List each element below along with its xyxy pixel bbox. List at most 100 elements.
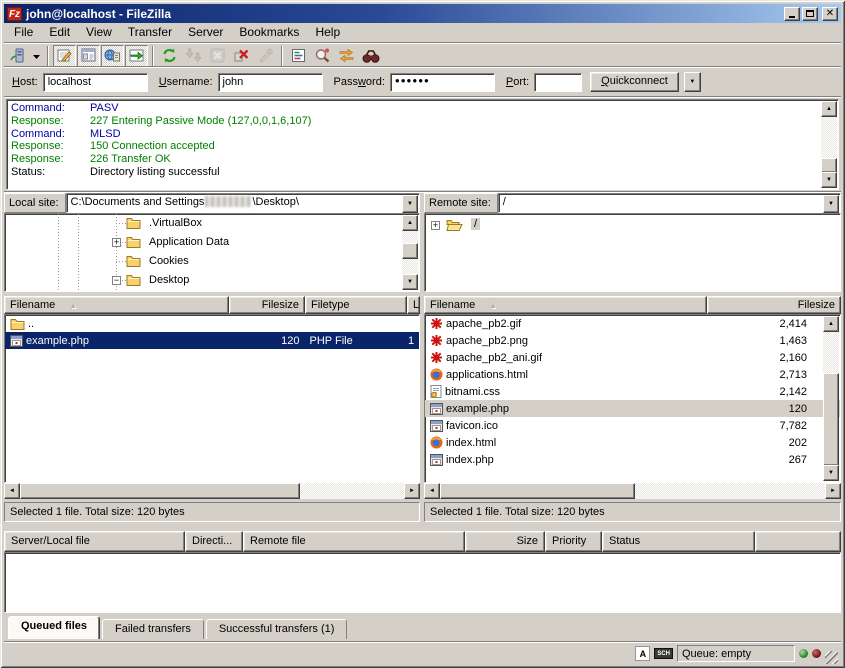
menu-server[interactable]: Server	[180, 23, 231, 42]
queue-column-size[interactable]: Size	[465, 531, 545, 552]
column-header-filename[interactable]: Filename▲	[4, 296, 229, 314]
remote-site-combo[interactable]: / ▼	[498, 193, 841, 213]
local-directory-tree[interactable]: .VirtualBox+Application DataCookies−Desk…	[4, 213, 420, 292]
menu-bookmarks[interactable]: Bookmarks	[231, 23, 307, 42]
collapse-minus-icon[interactable]: −	[112, 276, 121, 285]
file-row[interactable]: index.html202	[425, 434, 840, 451]
username-input[interactable]: john	[218, 73, 323, 92]
filter-button[interactable]	[287, 45, 310, 67]
column-header-filetype[interactable]: Filetype	[305, 296, 407, 314]
queue-column-directi[interactable]: Directi...	[185, 531, 243, 552]
queue-column-priority[interactable]: Priority	[545, 531, 602, 552]
process-queue-button[interactable]	[182, 45, 205, 67]
local-site-combo[interactable]: C:\Documents and Settings\Desktop\ ▼	[66, 193, 420, 213]
reconnect-button[interactable]	[254, 45, 277, 67]
expand-plus-icon[interactable]: +	[431, 221, 440, 230]
file-row[interactable]: example.php120	[425, 400, 840, 417]
scroll-down-icon[interactable]: ▼	[823, 465, 839, 481]
hscroll-thumb[interactable]	[440, 483, 635, 499]
hscroll-thumb[interactable]	[20, 483, 300, 499]
queue-column-status[interactable]: Status	[602, 531, 755, 552]
password-input[interactable]: ●●●●●●	[390, 73, 495, 92]
menu-help[interactable]: Help	[307, 23, 348, 42]
column-header-filename[interactable]: Filename▲	[424, 296, 707, 314]
local-tree-scrollbar[interactable]: ▲ ▼	[402, 215, 418, 290]
file-row[interactable]: apache_pb2_ani.gif2,160	[425, 349, 840, 366]
column-header-label: Filesize	[262, 299, 299, 311]
queue-body[interactable]	[4, 552, 841, 613]
column-header-l[interactable]: L	[407, 296, 420, 314]
log-scrollbar[interactable]: ▲ ▼	[821, 101, 837, 188]
synchronized-browsing-button[interactable]	[335, 45, 358, 67]
queue-column-blank[interactable]	[755, 531, 841, 552]
menu-file[interactable]: File	[6, 23, 41, 42]
scroll-right-icon[interactable]: ►	[825, 483, 841, 499]
tree-item--virtualbox[interactable]: .VirtualBox	[5, 214, 402, 233]
file-search-button[interactable]	[311, 45, 334, 67]
expand-plus-icon[interactable]: +	[112, 238, 121, 247]
tree-item-desktop[interactable]: −Desktop	[5, 271, 402, 290]
scroll-up-icon[interactable]: ▲	[823, 316, 839, 332]
chevron-down-icon[interactable]: ▼	[402, 195, 418, 213]
chevron-down-icon[interactable]: ▼	[823, 195, 839, 213]
cancel-button[interactable]	[206, 45, 229, 67]
quickconnect-button[interactable]: Quickconnect	[590, 72, 679, 92]
scroll-left-icon[interactable]: ◄	[424, 483, 440, 499]
close-button[interactable]: ✕	[822, 7, 838, 21]
refresh-button[interactable]	[158, 45, 181, 67]
message-log[interactable]: Command:PASVResponse:227 Entering Passiv…	[6, 99, 839, 190]
find-binoculars-button[interactable]	[359, 45, 382, 67]
file-row[interactable]: apache_pb2.gif2,414	[425, 315, 840, 332]
tab-successful-transfers-1-[interactable]: Successful transfers (1)	[206, 619, 348, 639]
remote-hscrollbar[interactable]: ◄ ►	[424, 483, 841, 499]
menu-transfer[interactable]: Transfer	[120, 23, 180, 42]
tree-scroll-thumb[interactable]	[402, 243, 418, 259]
queue-column-serverlocalfile[interactable]: Server/Local file	[4, 531, 185, 552]
file-row[interactable]: example.php120PHP File1	[5, 332, 419, 349]
remote-file-list[interactable]: apache_pb2.gif2,414apache_pb2.png1,463ap…	[424, 314, 841, 483]
file-row[interactable]: apache_pb2.png1,463	[425, 332, 840, 349]
scroll-up-icon[interactable]: ▲	[402, 215, 418, 231]
column-header-filesize[interactable]: Filesize	[229, 296, 305, 314]
toggle-local-tree-button[interactable]	[77, 45, 100, 67]
toggle-transfer-queue-button[interactable]	[125, 45, 148, 67]
local-hscrollbar[interactable]: ◄ ►	[4, 483, 420, 499]
file-row[interactable]: index.php267	[425, 451, 840, 468]
scroll-down-icon[interactable]: ▼	[402, 274, 418, 290]
menu-edit[interactable]: Edit	[41, 23, 78, 42]
scroll-up-icon[interactable]: ▲	[821, 101, 837, 117]
log-line-text: MLSD	[90, 128, 121, 140]
quickconnect-dropdown-button[interactable]: ▼	[684, 72, 701, 92]
scroll-down-icon[interactable]: ▼	[821, 172, 837, 188]
log-scroll-thumb[interactable]	[821, 158, 837, 173]
file-row[interactable]: applications.html2,713	[425, 366, 840, 383]
remote-site-bar: Remote site: / ▼	[424, 193, 841, 213]
resize-grip[interactable]	[825, 651, 838, 664]
menu-view[interactable]: View	[78, 23, 120, 42]
site-manager-dropdown-button[interactable]	[30, 45, 43, 67]
minimize-button[interactable]	[784, 7, 800, 21]
tab-queued-files[interactable]: Queued files	[8, 616, 100, 639]
toggle-message-log-button[interactable]	[53, 45, 76, 67]
file-row[interactable]: ..	[5, 315, 419, 332]
tree-item-cookies[interactable]: Cookies	[5, 252, 402, 271]
vscroll-thumb[interactable]	[823, 373, 839, 466]
port-input[interactable]	[534, 73, 582, 92]
site-manager-button[interactable]	[6, 45, 29, 67]
host-input[interactable]: localhost	[43, 73, 148, 92]
remote-vscrollbar[interactable]: ▲ ▼	[823, 316, 839, 481]
queue-column-remotefile[interactable]: Remote file	[243, 531, 465, 552]
file-row[interactable]: favicon.ico7,782	[425, 417, 840, 434]
tab-failed-transfers[interactable]: Failed transfers	[102, 619, 204, 639]
column-header-filesize[interactable]: Filesize	[707, 296, 841, 314]
remote-directory-tree[interactable]: +/	[424, 213, 841, 292]
maximize-button[interactable]	[802, 7, 818, 21]
tree-item-application-data[interactable]: +Application Data	[5, 233, 402, 252]
scroll-left-icon[interactable]: ◄	[4, 483, 20, 499]
tree-item-root[interactable]: +/	[425, 216, 840, 235]
disconnect-button[interactable]	[230, 45, 253, 67]
local-file-list[interactable]: ..example.php120PHP File1	[4, 314, 420, 483]
file-row[interactable]: bitnami.css2,142	[425, 383, 840, 400]
toggle-remote-tree-button[interactable]	[101, 45, 124, 67]
scroll-right-icon[interactable]: ►	[404, 483, 420, 499]
